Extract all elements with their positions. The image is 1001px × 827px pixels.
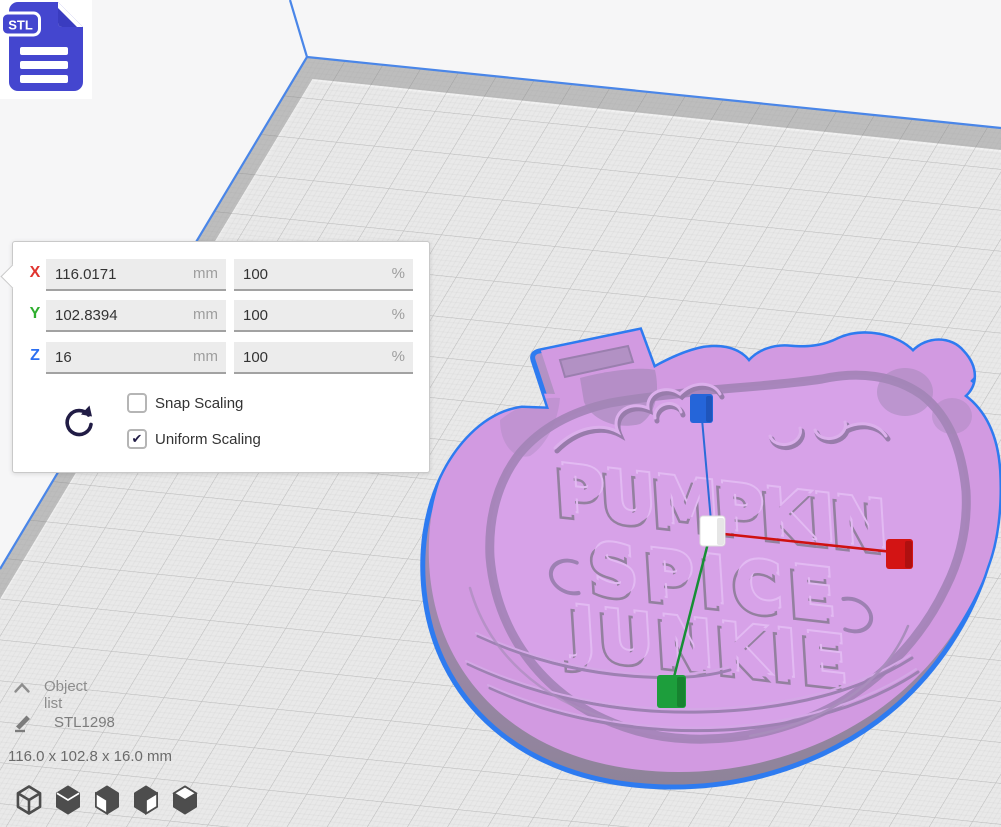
cube-3d-icon	[14, 784, 44, 816]
y-scale-handle[interactable]	[657, 675, 686, 708]
cube-right-icon	[170, 784, 200, 816]
uniform-scaling-label: Uniform Scaling	[155, 431, 261, 448]
scale-row-x: X mm %	[13, 259, 429, 289]
edit-pencil-icon	[12, 711, 34, 733]
model-dimensions-label: 116.0 x 102.8 x 16.0 mm	[8, 748, 172, 765]
z-percent-input[interactable]	[234, 342, 413, 372]
cube-front-icon	[53, 784, 83, 816]
scale-tool-panel: X mm % Y mm % Z mm % ✔ Snap Scaling ✔ Un…	[12, 241, 430, 473]
x-percent-input[interactable]	[234, 259, 413, 289]
z-size-input[interactable]	[46, 342, 226, 372]
center-scale-handle[interactable]	[700, 516, 725, 546]
z-scale-handle[interactable]	[690, 394, 713, 423]
scale-row-y: Y mm %	[13, 300, 429, 330]
view-front-button[interactable]	[53, 784, 83, 816]
view-3d-button[interactable]	[14, 784, 44, 816]
x-axis-label: X	[25, 264, 45, 282]
object-list-item[interactable]: STL1298	[54, 714, 115, 731]
snap-scaling-checkbox[interactable]: ✔	[127, 393, 147, 413]
y-axis-label: Y	[25, 305, 45, 323]
y-size-input[interactable]	[46, 300, 226, 330]
stl-file-thumbnail: STL	[0, 0, 92, 99]
view-top-button[interactable]	[92, 784, 122, 816]
stl-document-icon: STL	[2, 2, 84, 91]
y-percent-input[interactable]	[234, 300, 413, 330]
cube-top-icon	[92, 784, 122, 816]
stl-badge-label: STL	[8, 18, 33, 33]
z-axis-label: Z	[25, 347, 45, 365]
x-scale-handle[interactable]	[886, 539, 913, 569]
view-right-button[interactable]	[170, 784, 200, 816]
object-list-header[interactable]: Object list	[44, 678, 87, 712]
collapse-caret-icon[interactable]	[13, 681, 31, 695]
snap-scaling-label: Snap Scaling	[155, 395, 243, 412]
reset-rotate-ccw-icon	[59, 402, 99, 442]
view-left-button[interactable]	[131, 784, 161, 816]
x-size-input[interactable]	[46, 259, 226, 289]
reset-scale-button[interactable]	[59, 402, 99, 442]
scale-row-z: Z mm %	[13, 342, 429, 372]
cube-left-icon	[131, 784, 161, 816]
uniform-scaling-checkbox[interactable]: ✔	[127, 429, 147, 449]
camera-view-toolbar	[14, 784, 200, 816]
